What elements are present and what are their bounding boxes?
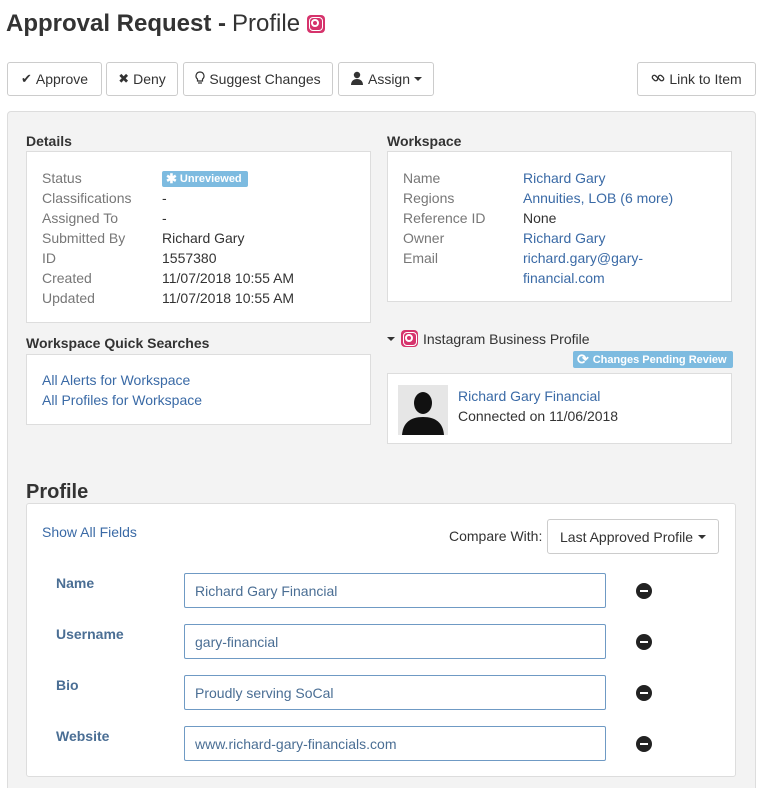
details-row-submitted-by: Submitted By Richard Gary (42, 228, 370, 248)
field-label-website: Website (56, 728, 110, 744)
workspace-owner-link[interactable]: Richard Gary (523, 228, 605, 248)
business-profile-heading: Instagram Business Profile (423, 330, 590, 347)
bio-field[interactable]: Proudly serving SoCal (184, 675, 606, 710)
profile-heading: Profile (26, 481, 89, 503)
lightbulb-icon (195, 70, 205, 88)
compare-with-dropdown[interactable]: Last Approved Profile (547, 519, 719, 554)
details-heading: Details (26, 133, 72, 149)
workspace-row-reference-id: Reference ID None (403, 208, 731, 228)
instagram-icon (401, 330, 418, 347)
business-profile-toggle[interactable]: Instagram Business Profile (387, 330, 590, 347)
assign-button-label: Assign (367, 71, 411, 87)
avatar (398, 385, 448, 435)
suggest-changes-label: Suggest Changes (209, 71, 321, 87)
changes-pending-badge: ⟳ Changes Pending Review (573, 351, 733, 368)
workspace-row-owner: Owner Richard Gary (403, 228, 731, 248)
details-value: - (162, 190, 167, 206)
field-label-name: Name (56, 575, 95, 591)
workspace-heading: Workspace (387, 133, 462, 149)
field-label-username: Username (56, 626, 124, 642)
page-title-main: Approval Request - (6, 10, 227, 37)
workspace-key: Email (403, 250, 439, 266)
remove-bio-icon[interactable] (636, 685, 652, 701)
remove-website-icon[interactable] (636, 736, 652, 752)
details-key: Status (42, 170, 82, 186)
details-row-classifications: Classifications - (42, 188, 370, 208)
approve-button[interactable]: ✔ Approve (7, 62, 102, 96)
details-row-assigned-to: Assigned To - (42, 208, 370, 228)
status-badge-label: Unreviewed (179, 173, 242, 185)
business-profile-panel: Richard Gary Financial Connected on 11/0… (387, 373, 732, 444)
details-key: Updated (42, 290, 95, 306)
remove-name-icon[interactable] (636, 583, 652, 599)
details-row-id: ID 1557380 (42, 248, 370, 268)
approve-button-label: Approve (35, 71, 89, 87)
compare-with-label: Compare With: (449, 528, 543, 544)
deny-button[interactable]: ✖ Deny (106, 62, 178, 96)
workspace-regions-link[interactable]: Annuities, LOB (6 more) (523, 188, 673, 208)
user-icon (350, 71, 364, 88)
remove-username-icon[interactable] (636, 634, 652, 650)
details-value: 11/07/2018 10:55 AM (162, 290, 295, 306)
page-title-type: Profile (232, 10, 301, 37)
workspace-row-email: Email richard.gary@gary-financial.com (403, 248, 731, 288)
chevron-down-icon (414, 77, 423, 81)
compare-with-value: Last Approved Profile (560, 528, 694, 545)
link-icon (651, 71, 665, 88)
details-value: - (162, 210, 167, 226)
asterisk-icon: ✱ (166, 171, 177, 186)
assign-button[interactable]: Assign (338, 62, 434, 96)
link-to-item-button[interactable]: Link to Item (637, 62, 756, 96)
show-all-fields-link[interactable]: Show All Fields (42, 524, 137, 540)
sync-icon: ⟳ (577, 351, 589, 367)
changes-pending-label: Changes Pending Review (592, 353, 727, 366)
username-field[interactable]: gary-financial (184, 624, 606, 659)
quick-searches-heading: Workspace Quick Searches (26, 335, 210, 351)
details-key: Submitted By (42, 230, 126, 246)
website-field[interactable]: www.richard-gary-financials.com (184, 726, 606, 761)
workspace-key: Reference ID (403, 210, 486, 226)
details-key: ID (42, 250, 56, 266)
all-profiles-link[interactable]: All Profiles for Workspace (42, 390, 370, 410)
details-panel: Status ✱ Unreviewed Classifications - Ass… (26, 151, 371, 323)
details-key: Assigned To (42, 210, 119, 226)
quick-searches-panel: All Alerts for Workspace All Profiles fo… (26, 354, 371, 425)
instagram-icon (307, 15, 326, 33)
workspace-key: Name (403, 170, 441, 186)
business-profile-name-link[interactable]: Richard Gary Financial (458, 386, 618, 406)
workspace-row-name: Name Richard Gary (403, 168, 731, 188)
link-to-item-label: Link to Item (669, 71, 742, 87)
details-key: Classifications (42, 190, 132, 206)
details-row-status: Status ✱ Unreviewed (42, 168, 370, 188)
connected-date: Connected on 11/06/2018 (458, 408, 619, 424)
details-row-updated: Updated 11/07/2018 10:55 AM (42, 288, 370, 308)
workspace-name-link[interactable]: Richard Gary (523, 168, 605, 188)
details-row-created: Created 11/07/2018 10:55 AM (42, 268, 370, 288)
status-badge: ✱ Unreviewed (162, 171, 248, 187)
workspace-email-link[interactable]: richard.gary@gary-financial.com (523, 248, 643, 288)
suggest-changes-button[interactable]: Suggest Changes (183, 62, 333, 96)
workspace-key: Owner (403, 230, 445, 246)
field-label-bio: Bio (56, 677, 79, 693)
workspace-key: Regions (403, 190, 455, 206)
check-icon: ✔ (20, 71, 32, 86)
email-line-1: richard.gary@gary- (523, 250, 644, 266)
chevron-down-icon (387, 336, 395, 341)
name-field[interactable]: Richard Gary Financial (184, 573, 606, 608)
page-title: Approval Request - Profile (6, 10, 326, 38)
all-alerts-link[interactable]: All Alerts for Workspace (42, 370, 370, 390)
workspace-panel: Name Richard Gary Regions Annuities, LOB… (387, 151, 732, 302)
details-value: 11/07/2018 10:55 AM (162, 270, 295, 286)
workspace-value: None (523, 210, 557, 226)
deny-button-label: Deny (133, 71, 166, 87)
email-line-2: financial.com (523, 270, 605, 286)
close-icon: ✖ (118, 71, 130, 86)
profile-panel: Show All Fields Compare With: Last Appro… (26, 503, 736, 777)
workspace-row-regions: Regions Annuities, LOB (6 more) (403, 188, 731, 208)
details-key: Created (42, 270, 92, 286)
chevron-down-icon (698, 534, 707, 539)
details-value: 1557380 (162, 250, 217, 266)
details-value: Richard Gary (162, 230, 245, 246)
